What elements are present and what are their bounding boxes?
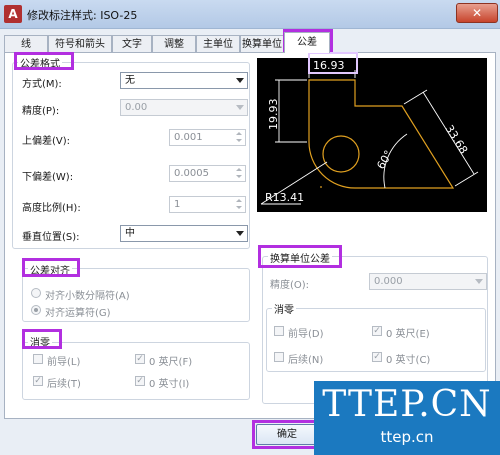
zero-suppress-group <box>22 342 250 400</box>
align-operator-label: 对齐运算符(G) <box>45 308 111 319</box>
upper-deviation-value: 0.001 <box>174 132 203 143</box>
vertical-position-value: 中 <box>125 228 135 239</box>
feet-checkbox[interactable]: ✓ <box>135 354 145 364</box>
tab-alternate-units[interactable]: 换算单位 <box>240 35 284 52</box>
preview-canvas: 16.93 19.93 33.68 60° R13.41 <box>257 58 487 212</box>
spin-down-icon[interactable] <box>234 205 244 212</box>
close-button[interactable]: ✕ <box>456 3 498 23</box>
spin-up-icon[interactable] <box>234 166 244 173</box>
alt-trailing-label: 后续(N) <box>288 355 324 366</box>
alt-leading-checkbox[interactable] <box>274 326 284 336</box>
alt-zero-suppress-title: 消零 <box>272 301 296 316</box>
method-select[interactable]: 无 <box>120 72 248 89</box>
lower-deviation-input[interactable]: 0.0005 <box>169 165 246 182</box>
upper-deviation-label: 上偏差(V): <box>22 136 71 147</box>
tab-primary-units[interactable]: 主单位 <box>196 35 240 52</box>
highlight-preview-dim <box>308 52 358 74</box>
tab-fit[interactable]: 调整 <box>152 35 196 52</box>
height-scale-label: 高度比例(H): <box>22 203 81 214</box>
align-operator-radio[interactable] <box>31 305 41 315</box>
tab-bar: 线 符号和箭头 文字 调整 主单位 换算单位 公差 <box>0 32 500 53</box>
chevron-down-icon <box>236 78 244 83</box>
highlight-ok-button <box>252 420 322 449</box>
dimension-lines <box>260 70 479 205</box>
align-decimal-label: 对齐小数分隔符(A) <box>45 291 130 302</box>
inches-checkbox[interactable]: ✓ <box>135 376 145 386</box>
vertical-position-select[interactable]: 中 <box>120 225 248 242</box>
lower-deviation-label: 下偏差(W): <box>22 172 74 183</box>
trailing-label: 后续(T) <box>47 379 81 390</box>
tab-lines[interactable]: 线 <box>4 35 48 52</box>
precision-value: 0.00 <box>125 102 148 113</box>
window-title: 修改标注样式: ISO-25 <box>27 9 138 22</box>
inches-label: 0 英寸(I) <box>149 379 190 390</box>
precision-label: 精度(P): <box>22 106 60 117</box>
tolerance-format-group <box>12 62 250 249</box>
feet-label: 0 英尺(F) <box>149 357 193 368</box>
alt-trailing-checkbox[interactable] <box>274 352 284 362</box>
height-scale-value: 1 <box>174 199 181 210</box>
tab-text[interactable]: 文字 <box>112 35 152 52</box>
method-value: 无 <box>125 75 135 86</box>
tab-symbols-arrows[interactable]: 符号和箭头 <box>48 35 112 52</box>
chevron-down-icon <box>236 231 244 236</box>
height-scale-input[interactable]: 1 <box>169 196 246 213</box>
tab-tolerances[interactable]: 公差 <box>284 32 330 53</box>
dim-angle-text: 60° <box>374 148 395 171</box>
dialog-window: A 修改标注样式: ISO-25 ✕ 线 符号和箭头 文字 调整 主单位 换算单… <box>0 0 500 455</box>
watermark-logo: TTEP.CN <box>322 384 492 425</box>
alt-leading-label: 前导(D) <box>288 329 324 340</box>
trailing-checkbox[interactable]: ✓ <box>33 376 43 386</box>
alt-precision-select[interactable]: 0.000 <box>369 273 487 290</box>
alt-feet-checkbox[interactable]: ✓ <box>372 326 382 336</box>
highlight-tolerance-align <box>22 258 80 277</box>
title-bar: A 修改标注样式: ISO-25 ✕ <box>0 0 500 29</box>
alt-inches-checkbox[interactable]: ✓ <box>372 352 382 362</box>
precision-select[interactable]: 0.00 <box>120 99 248 116</box>
highlight-tolerance-format <box>14 52 74 70</box>
align-decimal-radio[interactable] <box>31 288 41 298</box>
chevron-down-icon <box>236 105 244 110</box>
dim-slant-text: 33.68 <box>442 123 470 157</box>
spin-down-icon[interactable] <box>234 174 244 181</box>
autocad-icon: A <box>4 5 22 23</box>
dim-left-text: 19.93 <box>267 99 280 131</box>
spin-up-icon[interactable] <box>234 130 244 137</box>
alt-feet-label: 0 英尺(E) <box>386 329 430 340</box>
spin-up-icon[interactable] <box>234 197 244 204</box>
watermark-url: ttep.cn <box>380 428 434 446</box>
alt-precision-value: 0.000 <box>374 276 403 287</box>
geometry-outline <box>308 79 455 189</box>
highlight-zero-suppress <box>22 329 62 349</box>
highlight-alt-tolerance <box>258 245 342 268</box>
upper-deviation-input[interactable]: 0.001 <box>169 129 246 146</box>
vertical-position-label: 垂直位置(S): <box>22 232 80 243</box>
alt-inches-label: 0 英寸(C) <box>386 355 431 366</box>
spin-down-icon[interactable] <box>234 138 244 145</box>
chevron-down-icon <box>475 279 483 284</box>
dimension-preview-drawing: 16.93 19.93 33.68 60° R13.41 <box>260 59 479 205</box>
dim-radius-text: R13.41 <box>265 191 304 204</box>
method-label: 方式(M): <box>22 79 62 90</box>
alt-precision-label: 精度(O): <box>270 280 310 291</box>
leading-checkbox[interactable] <box>33 354 43 364</box>
lower-deviation-value: 0.0005 <box>174 168 209 179</box>
leading-label: 前导(L) <box>47 357 81 368</box>
